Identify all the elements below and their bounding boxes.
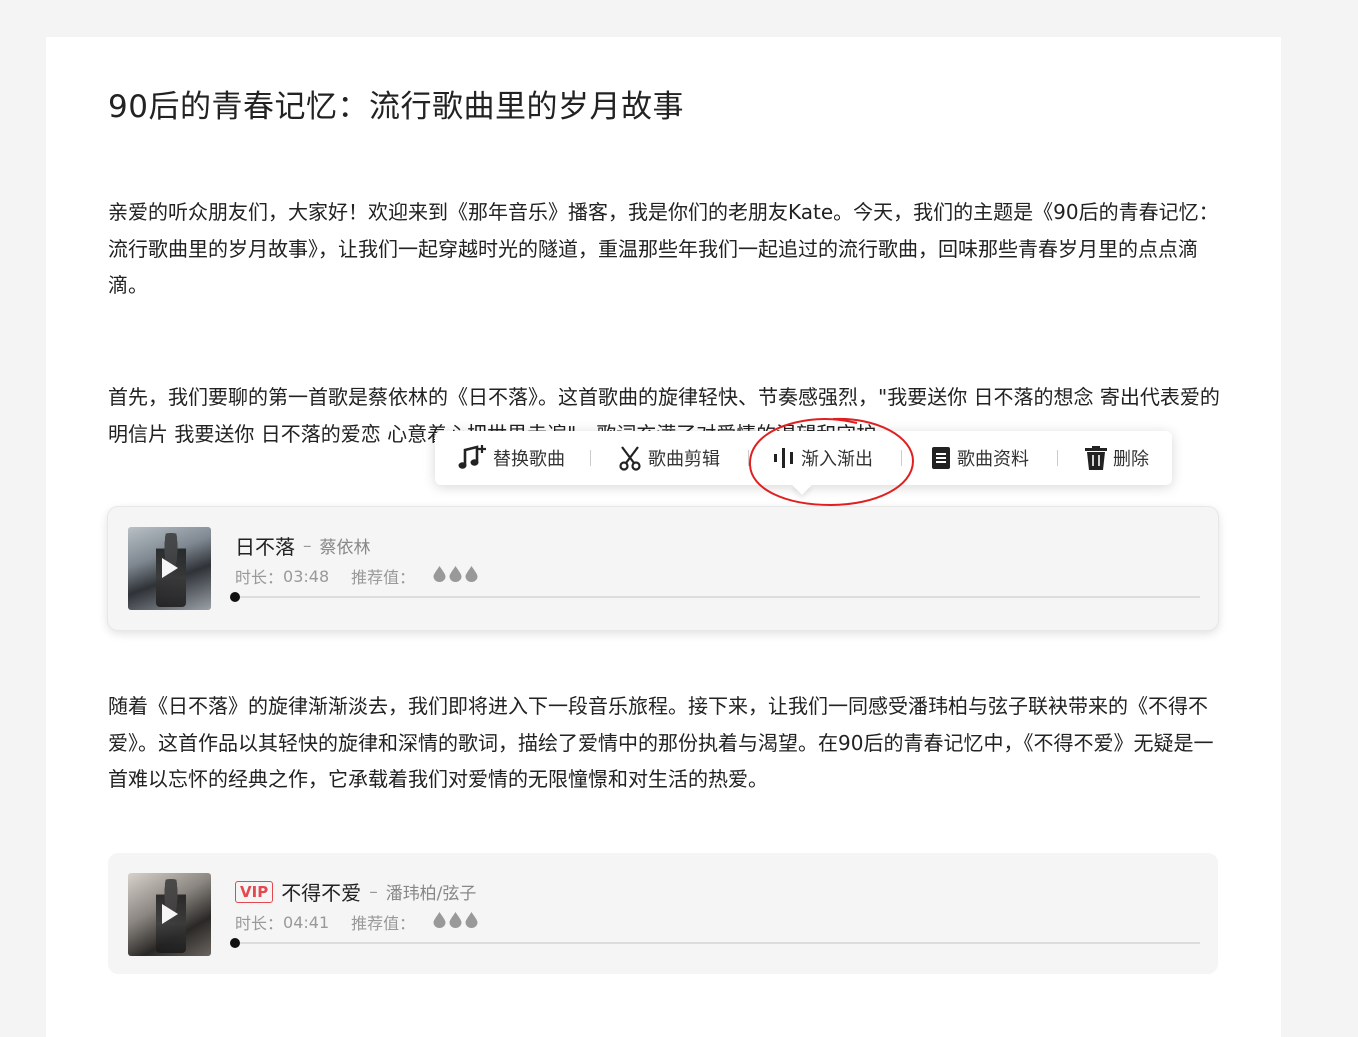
drop-icon <box>465 566 478 586</box>
drop-icon <box>449 912 462 932</box>
song-meta: 时长： 04:41 推荐值： <box>235 910 478 934</box>
article-paragraph-intro[interactable]: 亲爱的听众朋友们，大家好！欢迎来到《那年音乐》播客，我是你们的老朋友Kate。今… <box>108 194 1220 304</box>
progress-knob[interactable] <box>230 592 240 602</box>
replace-song-button[interactable]: 替换歌曲 <box>457 431 565 485</box>
drop-icon <box>449 566 462 586</box>
song-title: 日不落 <box>235 535 295 559</box>
clip-song-button[interactable]: 歌曲剪辑 <box>618 431 720 485</box>
song-card[interactable]: 日不落 – 蔡依林 时长： 03:48 推荐值： <box>108 507 1218 630</box>
duration-value: 04:41 <box>283 912 330 932</box>
song-block-toolbar: 替换歌曲 歌曲剪辑 渐入渐出 歌曲资料 删除 <box>435 431 1172 485</box>
fade-in-out-button[interactable]: 渐入渐出 <box>773 431 873 485</box>
clip-song-label: 歌曲剪辑 <box>648 449 720 470</box>
title-separator: – <box>303 535 312 556</box>
progress-bar[interactable] <box>230 592 1200 602</box>
song-heading: VIP 不得不爱 – 潘玮柏/弦子 <box>235 877 476 906</box>
duration-value: 03:48 <box>283 566 330 586</box>
scissors-icon <box>618 445 642 471</box>
song-artist: 蔡依林 <box>319 538 371 558</box>
song-card[interactable]: VIP 不得不爱 – 潘玮柏/弦子 时长： 04:41 推荐值： <box>108 853 1218 974</box>
progress-knob[interactable] <box>230 938 240 948</box>
delete-label: 删除 <box>1113 449 1149 470</box>
delete-button[interactable]: 删除 <box>1085 431 1149 485</box>
editor-page: 90后的青春记忆：流行歌曲里的岁月故事 亲爱的听众朋友们，大家好！欢迎来到《那年… <box>46 37 1281 1037</box>
song-title: 不得不爱 <box>281 881 362 905</box>
music-replace-icon <box>457 444 487 472</box>
article-paragraph-second-song[interactable]: 随着《日不落》的旋律渐渐淡去，我们即将进入下一段音乐旅程。接下来，让我们一同感受… <box>108 688 1220 798</box>
drop-icon <box>433 912 446 932</box>
recommend-rating <box>433 566 478 586</box>
fade-in-out-label: 渐入渐出 <box>801 449 873 470</box>
progress-bar[interactable] <box>230 938 1200 948</box>
toolbar-divider <box>1057 450 1058 466</box>
album-cover <box>128 873 211 956</box>
song-meta: 时长： 03:48 推荐值： <box>235 564 478 588</box>
toolbar-divider <box>748 450 749 466</box>
recommend-label: 推荐值： <box>351 568 416 587</box>
song-heading: 日不落 – 蔡依林 <box>235 531 371 560</box>
drop-icon <box>433 566 446 586</box>
album-cover <box>128 527 211 610</box>
toolbar-divider <box>901 450 902 466</box>
toolbar-divider <box>590 450 591 466</box>
recommend-label: 推荐值： <box>351 914 416 933</box>
recommend-rating <box>433 912 478 932</box>
song-info-label: 歌曲资料 <box>957 449 1029 470</box>
fade-waveform-icon <box>773 446 795 470</box>
song-info-button[interactable]: 歌曲资料 <box>931 431 1029 485</box>
song-artist: 潘玮柏/弦子 <box>385 884 477 904</box>
duration-label: 时长： <box>235 568 284 587</box>
trash-icon <box>1085 446 1107 470</box>
drop-icon <box>465 912 478 932</box>
document-icon <box>931 446 951 470</box>
play-icon[interactable] <box>162 904 178 924</box>
title-separator: – <box>369 881 378 902</box>
duration-label: 时长： <box>235 914 284 933</box>
vip-badge: VIP <box>235 880 274 903</box>
play-icon[interactable] <box>162 558 178 578</box>
article-title[interactable]: 90后的青春记忆：流行歌曲里的岁月故事 <box>108 81 684 126</box>
replace-song-label: 替换歌曲 <box>493 449 565 470</box>
